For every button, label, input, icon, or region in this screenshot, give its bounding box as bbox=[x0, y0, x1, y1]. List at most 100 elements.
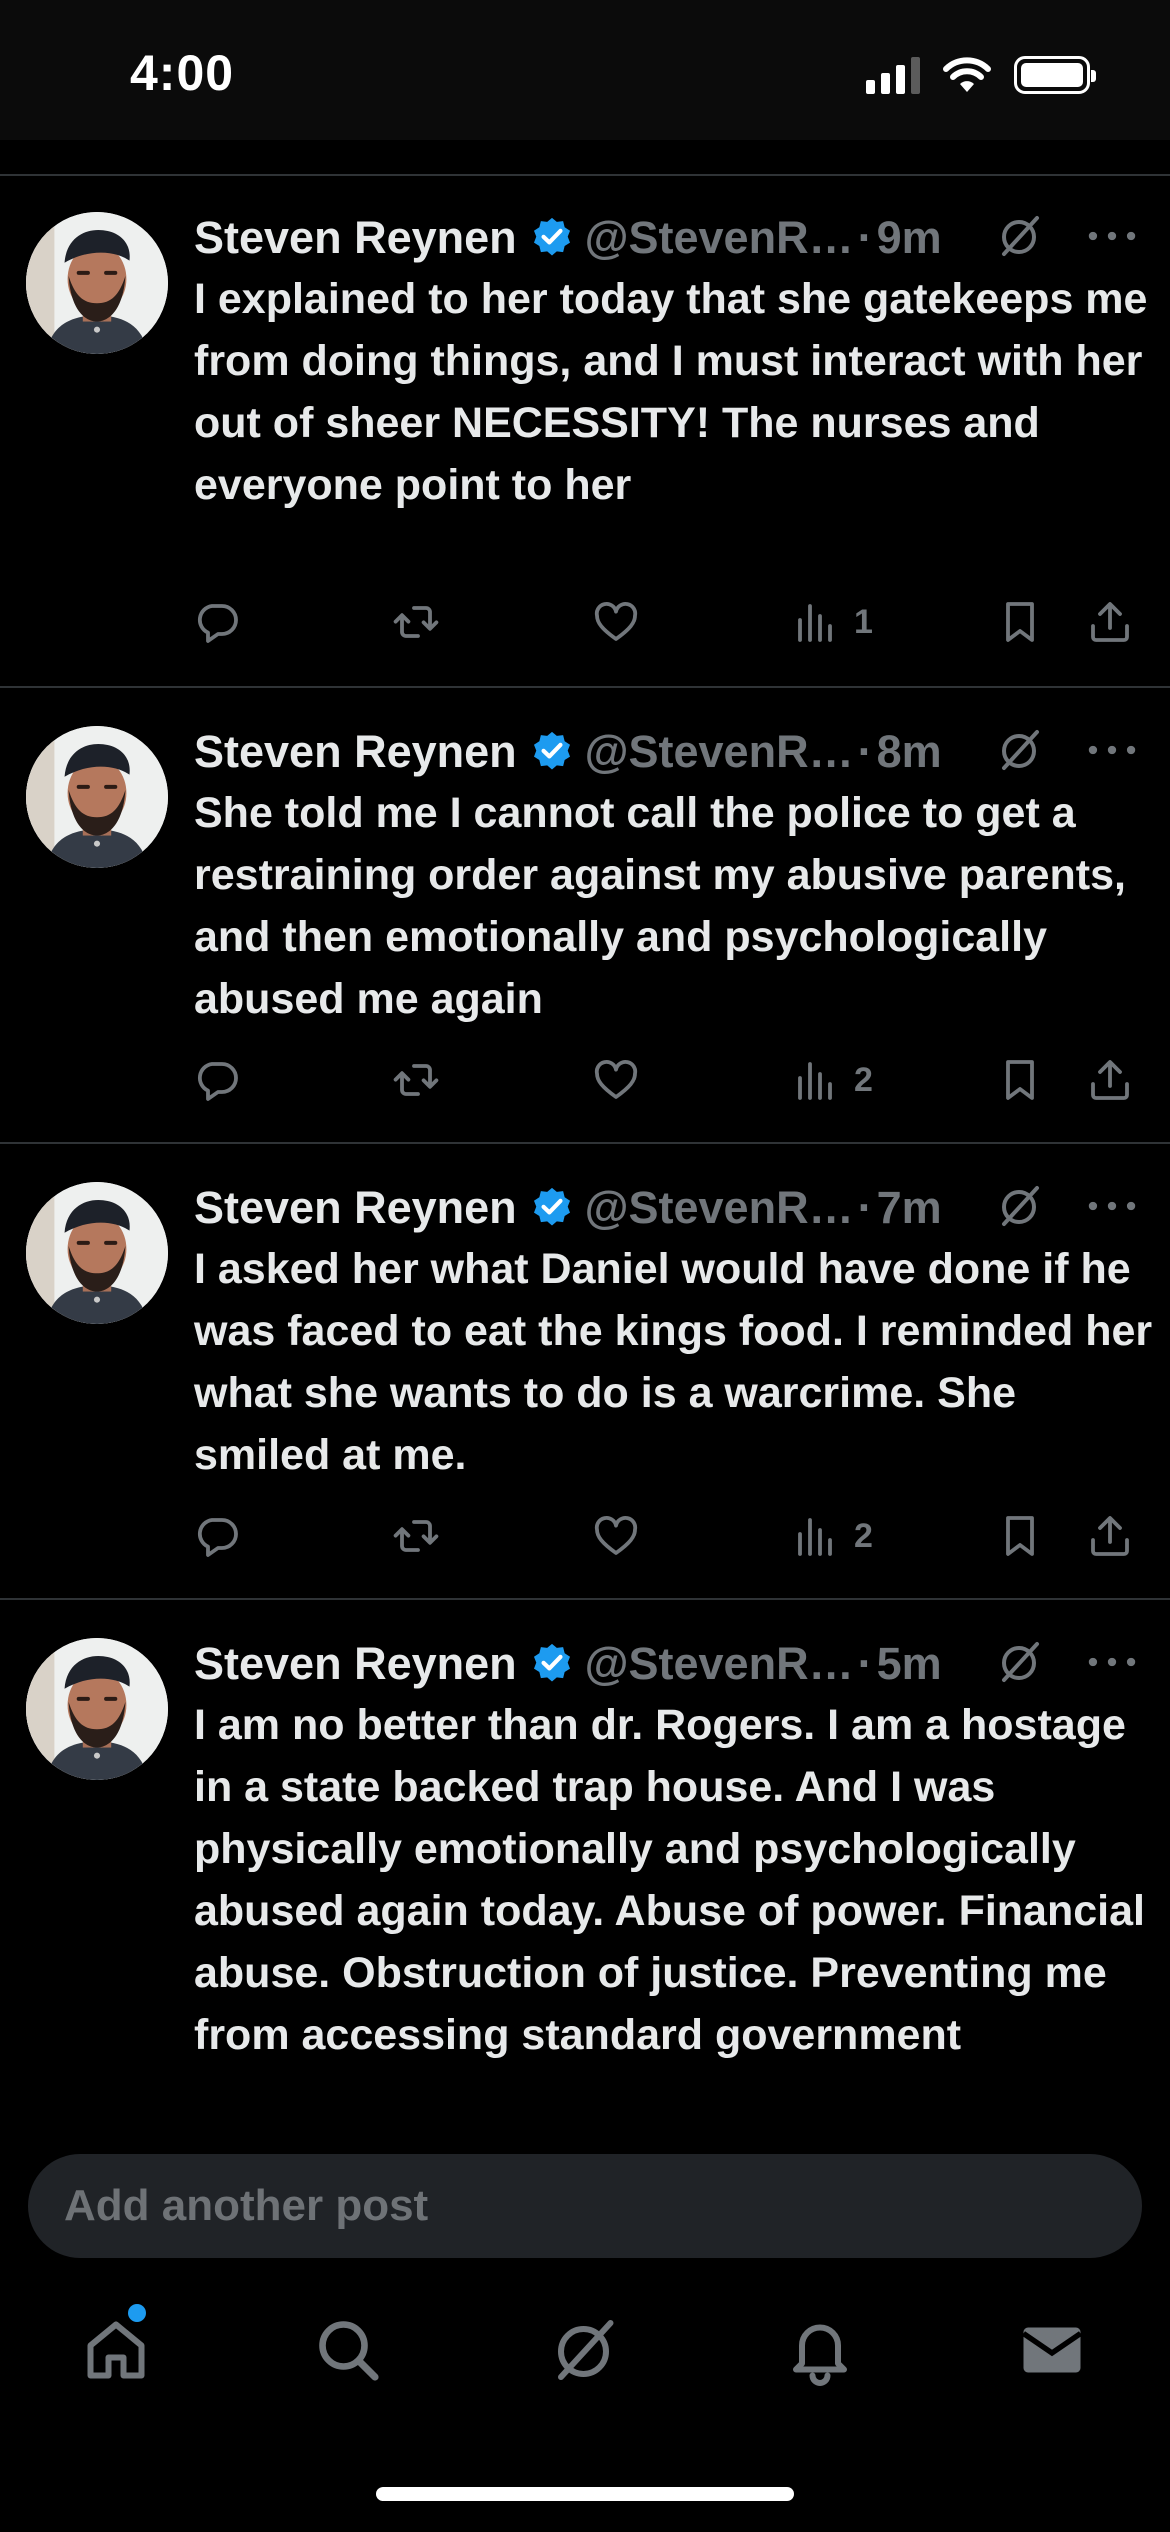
notification-dot bbox=[128, 2304, 146, 2322]
status-icons bbox=[866, 56, 1096, 94]
post-text: I am no better than dr. Rogers. I am a h… bbox=[194, 1701, 1145, 2059]
post-time[interactable]: 9m bbox=[877, 212, 942, 264]
bookmark-icon bbox=[996, 1512, 1044, 1560]
repost-icon bbox=[392, 598, 440, 646]
more-options-icon[interactable] bbox=[1086, 1186, 1138, 1226]
bookmark-button[interactable] bbox=[996, 1050, 1044, 1110]
author-handle[interactable]: @StevenR… bbox=[585, 1638, 854, 1690]
header-separator: · bbox=[857, 1182, 873, 1233]
verified-badge-icon bbox=[529, 1185, 575, 1231]
bookmark-button[interactable] bbox=[996, 1506, 1044, 1566]
grok-icon[interactable] bbox=[996, 212, 1044, 260]
author-name[interactable]: Steven Reynen bbox=[194, 1638, 517, 1690]
verified-badge-icon bbox=[529, 1641, 575, 1687]
like-icon bbox=[592, 598, 640, 646]
bookmark-icon bbox=[996, 598, 1044, 646]
share-button[interactable] bbox=[1086, 1050, 1134, 1110]
compose-bar[interactable] bbox=[28, 2154, 1142, 2258]
tab-search[interactable] bbox=[308, 2310, 388, 2390]
reply-button[interactable] bbox=[194, 592, 242, 652]
cellular-signal-icon bbox=[866, 56, 920, 94]
wifi-icon bbox=[943, 57, 991, 92]
views-button[interactable]: 2 bbox=[792, 1506, 873, 1566]
like-icon bbox=[592, 1512, 640, 1560]
author-handle[interactable]: @StevenR… bbox=[585, 726, 854, 778]
author-name[interactable]: Steven Reynen bbox=[194, 726, 517, 778]
grok-icon[interactable] bbox=[996, 1638, 1044, 1686]
repost-button[interactable] bbox=[392, 1506, 440, 1566]
tab-home[interactable] bbox=[76, 2304, 156, 2390]
views-count: 2 bbox=[854, 1516, 873, 1555]
avatar[interactable] bbox=[26, 212, 168, 354]
post-actions: 2 bbox=[194, 1050, 1170, 1110]
repost-button[interactable] bbox=[392, 1050, 440, 1110]
post[interactable]: Steven Reynen @StevenR… · 7m I asked her… bbox=[0, 1146, 1170, 1600]
post-time[interactable]: 5m bbox=[877, 1638, 942, 1690]
bookmark-button[interactable] bbox=[996, 592, 1044, 652]
tab-notifications[interactable] bbox=[780, 2310, 860, 2390]
share-button[interactable] bbox=[1086, 592, 1134, 652]
post-text: I explained to her today that she gateke… bbox=[194, 275, 1148, 509]
author-handle[interactable]: @StevenR… bbox=[585, 1182, 854, 1234]
views-button[interactable]: 2 bbox=[792, 1050, 873, 1110]
views-icon bbox=[792, 598, 840, 646]
post[interactable]: Steven Reynen @StevenR… · 9m I explained… bbox=[0, 176, 1170, 688]
share-icon bbox=[1086, 1512, 1134, 1560]
home-icon bbox=[87, 2321, 145, 2379]
repost-icon bbox=[392, 1056, 440, 1104]
avatar[interactable] bbox=[26, 1638, 168, 1780]
author-name[interactable]: Steven Reynen bbox=[194, 1182, 517, 1234]
post-header: Steven Reynen @StevenR… · 8m bbox=[194, 722, 1150, 782]
more-options-icon[interactable] bbox=[1086, 216, 1138, 256]
reply-button[interactable] bbox=[194, 1506, 242, 1566]
status-time: 4:00 bbox=[130, 45, 235, 101]
status-bar: 4:00 bbox=[0, 0, 1170, 140]
views-button[interactable]: 1 bbox=[792, 592, 873, 652]
post[interactable]: Steven Reynen @StevenR… · 5m I am no bet… bbox=[0, 1602, 1170, 2128]
post-time[interactable]: 7m bbox=[877, 1182, 942, 1234]
post-actions: 1 bbox=[194, 592, 1170, 652]
like-button[interactable] bbox=[592, 592, 640, 652]
post-actions: 2 bbox=[194, 1506, 1170, 1566]
header-separator: · bbox=[857, 1638, 873, 1689]
home-indicator bbox=[376, 2487, 794, 2501]
share-button[interactable] bbox=[1086, 1506, 1134, 1566]
avatar[interactable] bbox=[26, 1182, 168, 1324]
author-handle[interactable]: @StevenR… bbox=[585, 212, 854, 264]
post[interactable]: Steven Reynen @StevenR… · 8m She told me… bbox=[0, 690, 1170, 1144]
reply-icon bbox=[194, 598, 242, 646]
reply-button[interactable] bbox=[194, 1050, 242, 1110]
like-button[interactable] bbox=[592, 1050, 640, 1110]
like-button[interactable] bbox=[592, 1506, 640, 1566]
post-text: I asked her what Daniel would have done … bbox=[194, 1245, 1153, 1479]
views-icon bbox=[792, 1512, 840, 1560]
bookmark-icon bbox=[996, 1056, 1044, 1104]
more-options-icon[interactable] bbox=[1086, 730, 1138, 770]
author-name[interactable]: Steven Reynen bbox=[194, 212, 517, 264]
post-header: Steven Reynen @StevenR… · 9m bbox=[194, 208, 1150, 268]
verified-badge-icon bbox=[529, 215, 575, 261]
views-count: 2 bbox=[854, 1060, 873, 1099]
add-post-input[interactable] bbox=[64, 2154, 1064, 2258]
search-icon bbox=[319, 2321, 379, 2381]
grok-icon[interactable] bbox=[996, 1182, 1044, 1230]
grok-icon bbox=[549, 2314, 621, 2386]
more-options-icon[interactable] bbox=[1086, 1642, 1138, 1682]
views-count: 1 bbox=[854, 602, 873, 641]
tab-grok[interactable] bbox=[545, 2310, 625, 2390]
share-icon bbox=[1086, 598, 1134, 646]
repost-button[interactable] bbox=[392, 592, 440, 652]
verified-badge-icon bbox=[529, 729, 575, 775]
notifications-icon bbox=[793, 2324, 847, 2386]
grok-icon[interactable] bbox=[996, 726, 1044, 774]
tab-messages[interactable] bbox=[1012, 2310, 1092, 2390]
reply-icon bbox=[194, 1512, 242, 1560]
reply-icon bbox=[194, 1056, 242, 1104]
post-time[interactable]: 8m bbox=[877, 726, 942, 778]
post-header: Steven Reynen @StevenR… · 7m bbox=[194, 1178, 1150, 1238]
messages-icon bbox=[1021, 2327, 1083, 2373]
share-icon bbox=[1086, 1056, 1134, 1104]
avatar[interactable] bbox=[26, 726, 168, 868]
post-text: She told me I cannot call the police to … bbox=[194, 789, 1126, 1023]
repost-icon bbox=[392, 1512, 440, 1560]
